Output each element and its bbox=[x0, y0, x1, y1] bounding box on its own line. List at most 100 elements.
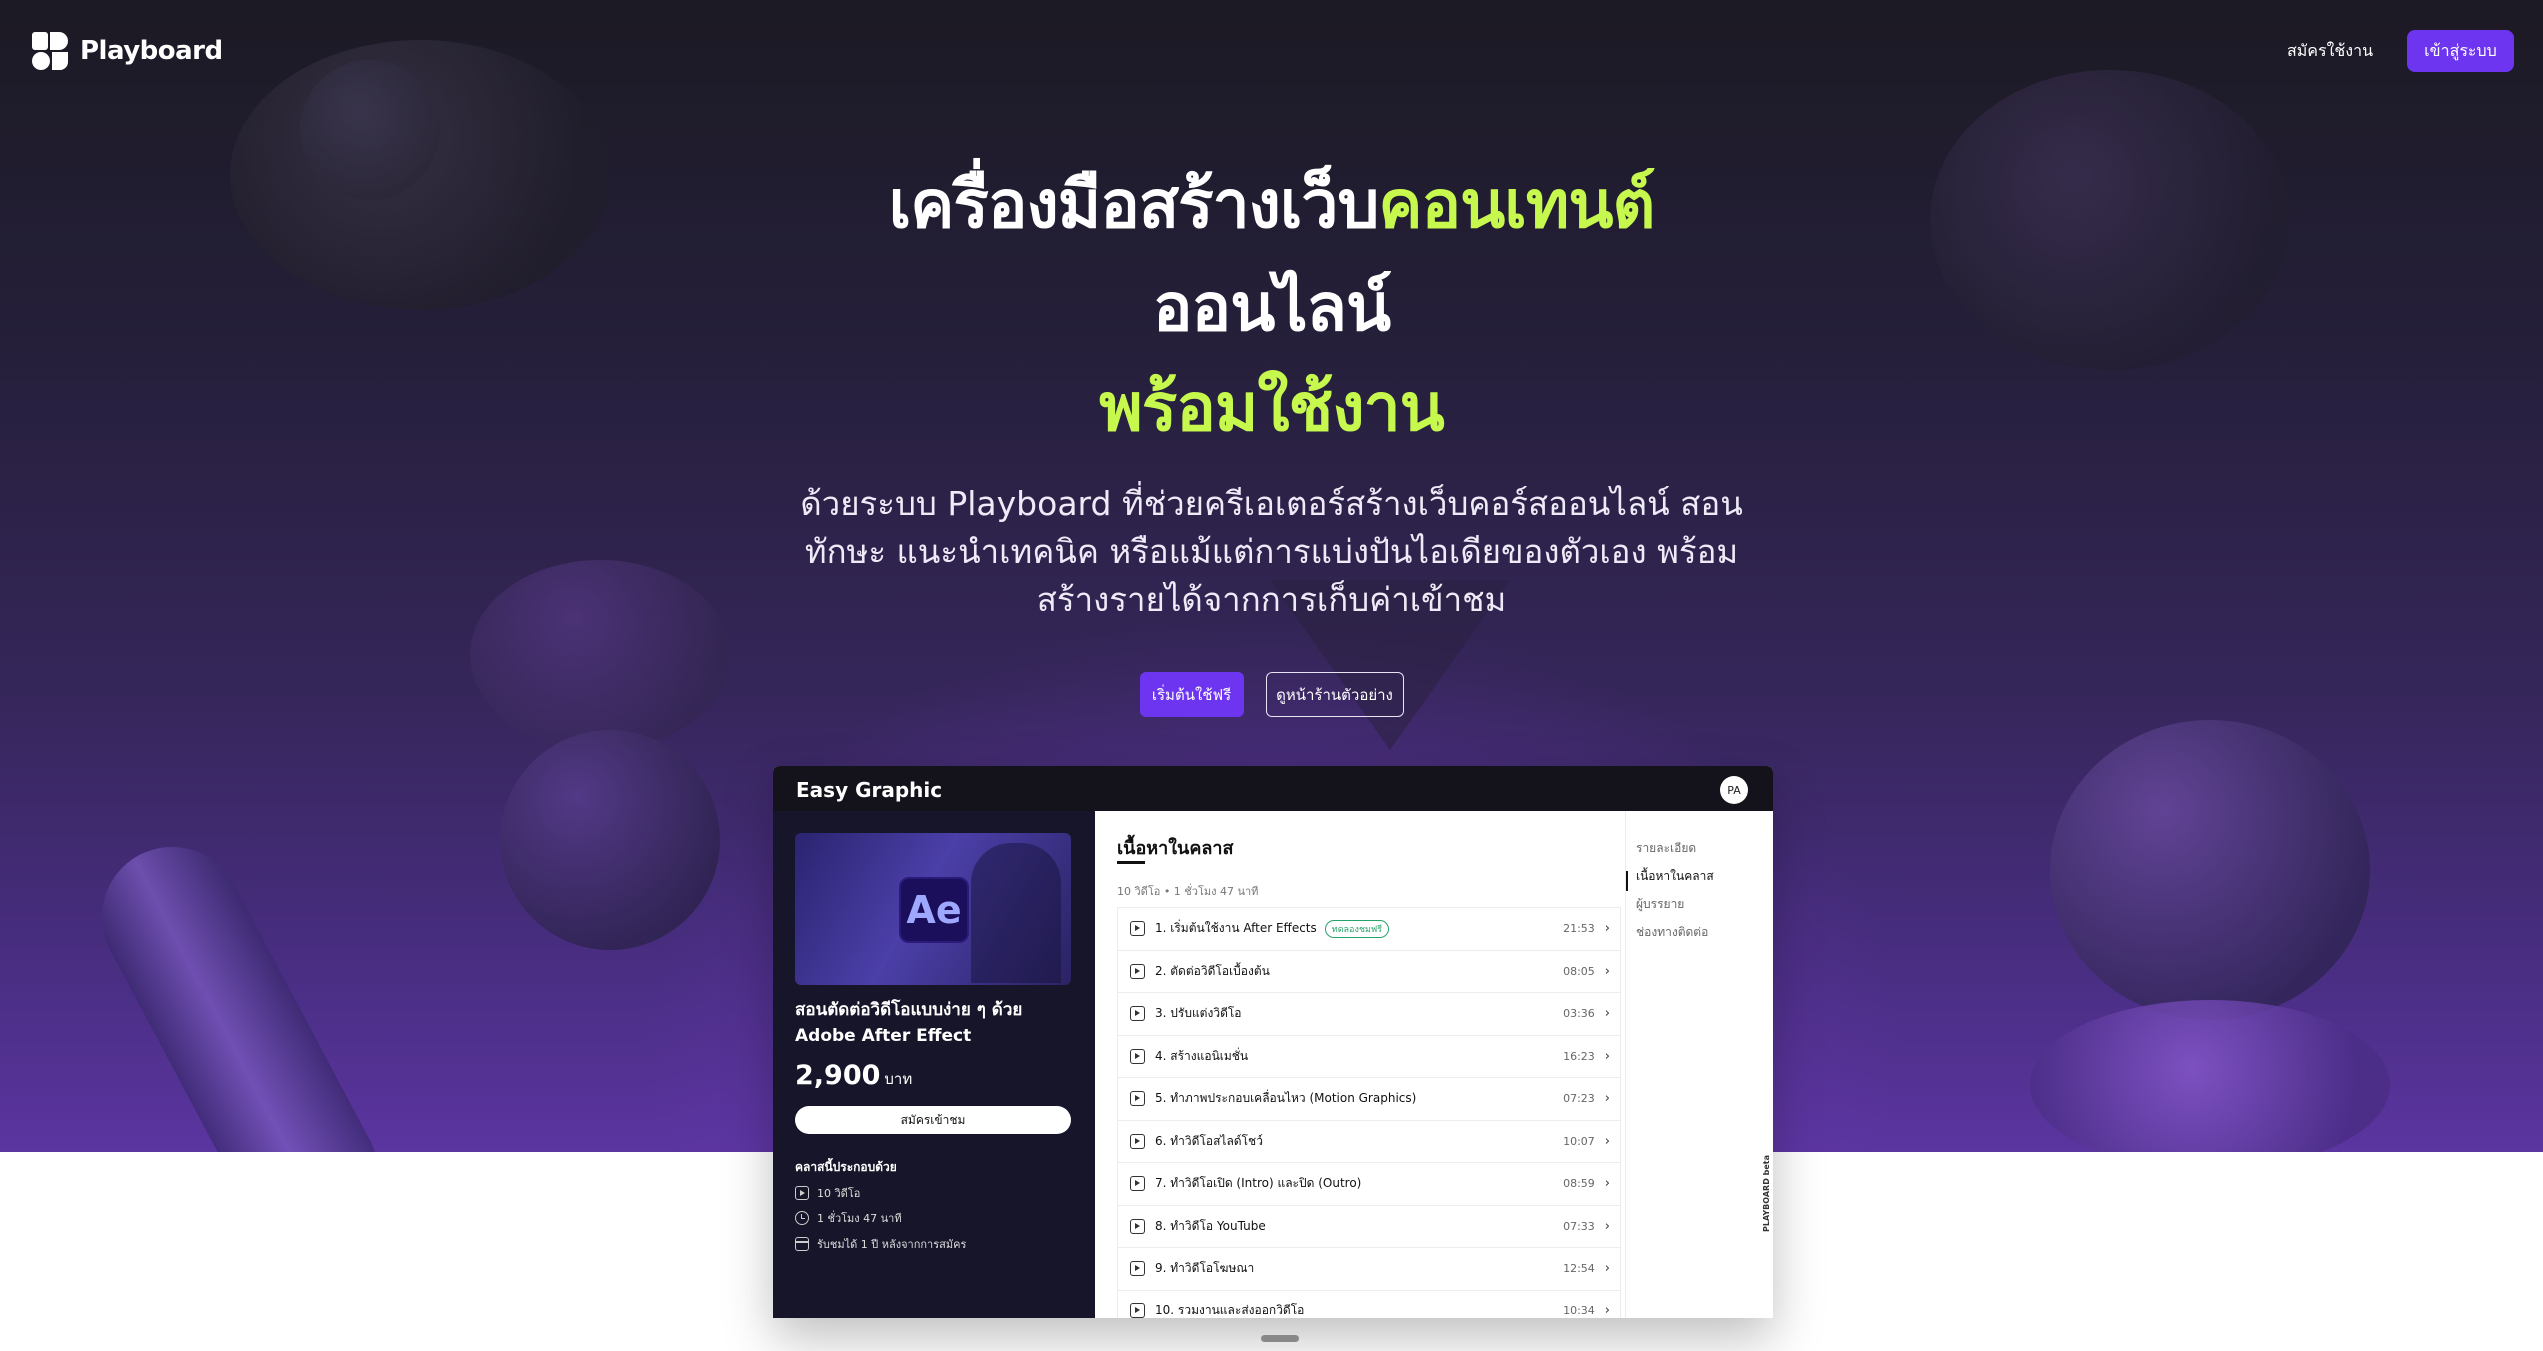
start-free-button[interactable]: เริ่มต้นใช้ฟรี bbox=[1139, 672, 1244, 717]
clock-icon bbox=[795, 1211, 809, 1225]
page-section-nav: รายละเอียด เนื้อหาในคลาส ผู้บรรยาย ช่องท… bbox=[1625, 811, 1773, 1318]
view-sample-store-button[interactable]: ดูหน้าร้านตัวอย่าง bbox=[1265, 672, 1404, 717]
lesson-row: 5. ทำภาพประกอบเคลื่อนไหว (Motion Graphic… bbox=[1117, 1077, 1621, 1120]
hero-subtitle: ด้วยระบบ Playboard ที่ช่วยครีเอเตอร์สร้า… bbox=[800, 484, 1743, 619]
store-preview: Easy Graphic PA Ae สอนตัดต่อวิดีโอแบบง่า… bbox=[773, 766, 1773, 1318]
lesson-title: 4. สร้างแอนิเมชั่น bbox=[1155, 1048, 1249, 1063]
lesson-list: 1. เริ่มต้นใช้งาน After Effects ทดลองชมฟร… bbox=[1117, 907, 1621, 1318]
course-thumbnail: Ae bbox=[795, 833, 1071, 985]
include-item: 10 วิดีโอ bbox=[795, 1184, 860, 1202]
play-icon bbox=[1130, 1303, 1145, 1318]
decor-bowl bbox=[470, 560, 730, 750]
play-icon bbox=[1130, 1006, 1145, 1022]
chevron-right-icon: › bbox=[1604, 1303, 1610, 1318]
playboard-logo-icon bbox=[32, 32, 70, 70]
lesson-row: 1. เริ่มต้นใช้งาน After Effects ทดลองชมฟร… bbox=[1117, 907, 1621, 950]
includes-title: คลาสนี้ประกอบด้วย bbox=[795, 1160, 897, 1174]
lesson-duration: 16:23 bbox=[1563, 1049, 1595, 1063]
decor-cylinder bbox=[77, 822, 403, 1152]
play-icon bbox=[1130, 1091, 1145, 1107]
lesson-duration: 21:53 bbox=[1563, 922, 1595, 936]
decor-disc bbox=[2030, 1000, 2390, 1152]
lesson-duration: 12:54 bbox=[1563, 1262, 1595, 1276]
chevron-right-icon: › bbox=[1604, 1261, 1610, 1277]
play-icon bbox=[1130, 1133, 1145, 1149]
cta-row: เริ่มต้นใช้ฟรี ดูหน้าร้านตัวอย่าง bbox=[0, 672, 2543, 717]
lesson-row: 10. รวมงานและส่งออกวิดีโอ 10:34 › bbox=[1117, 1289, 1621, 1318]
preview-header: Easy Graphic PA bbox=[773, 766, 1773, 811]
headline-accent: คอนเทนต์ bbox=[1378, 166, 1655, 243]
lesson-row: 4. สร้างแอนิเมชั่น 16:23 › bbox=[1117, 1034, 1621, 1077]
play-icon bbox=[1130, 1048, 1145, 1064]
chevron-right-icon: › bbox=[1604, 1176, 1610, 1192]
section-title: เนื้อหาในคลาส bbox=[1117, 838, 1234, 859]
enroll-button: สมัครเข้าชม bbox=[795, 1106, 1071, 1134]
lesson-duration: 03:36 bbox=[1563, 1007, 1595, 1021]
lesson-row: 6. ทำวิดีโอสไลด์โชว์ 10:07 › bbox=[1117, 1119, 1621, 1162]
lesson-title: 7. ทำวิดีโอเปิด (Intro) และปิด (Outro) bbox=[1155, 1176, 1362, 1191]
include-text: 10 วิดีโอ bbox=[817, 1187, 861, 1200]
chevron-right-icon: › bbox=[1604, 1133, 1610, 1149]
include-text: 1 ชั่วโมง 47 นาที bbox=[817, 1212, 902, 1225]
signup-link[interactable]: สมัครใช้งาน bbox=[2280, 36, 2380, 66]
include-text: รับชมได้ 1 ปี หลังจากการสมัคร bbox=[817, 1238, 967, 1251]
side-nav-active-indicator bbox=[1626, 871, 1628, 891]
lesson-duration: 10:34 bbox=[1563, 1304, 1595, 1318]
lesson-title: 3. ปรับแต่งวิดีโอ bbox=[1155, 1006, 1242, 1021]
lesson-row: 2. ตัดต่อวิดีโอเบื้องต้น 08:05 › bbox=[1117, 949, 1621, 992]
course-price: 2,900 บาท bbox=[795, 1060, 912, 1091]
lesson-row: 3. ปรับแต่งวิดีโอ 03:36 › bbox=[1117, 992, 1621, 1035]
side-brand-text: PLAYBOARD beta bbox=[1762, 1154, 1771, 1232]
include-item: รับชมได้ 1 ปี หลังจากการสมัคร bbox=[795, 1235, 966, 1253]
play-icon bbox=[1130, 1176, 1145, 1192]
course-sidebar: Ae สอนตัดต่อวิดีโอแบบง่าย ๆ ด้วย Adobe A… bbox=[773, 811, 1095, 1318]
calendar-icon bbox=[795, 1237, 809, 1251]
lesson-title: 5. ทำภาพประกอบเคลื่อนไหว (Motion Graphic… bbox=[1155, 1091, 1417, 1106]
lesson-title: 8. ทำวิดีโอ YouTube bbox=[1155, 1218, 1266, 1233]
lesson-row: 7. ทำวิดีโอเปิด (Intro) และปิด (Outro) 08… bbox=[1117, 1162, 1621, 1205]
headline-line-3: พร้อมใช้งาน bbox=[1099, 369, 1445, 446]
lesson-title: 6. ทำวิดีโอสไลด์โชว์ bbox=[1155, 1133, 1263, 1148]
section-underline bbox=[1117, 861, 1145, 864]
lesson-duration: 07:33 bbox=[1563, 1219, 1595, 1233]
preview-site-title: Easy Graphic bbox=[796, 778, 943, 802]
brand-logo[interactable]: Playboard bbox=[32, 32, 223, 70]
chevron-right-icon: › bbox=[1604, 963, 1610, 979]
logo-text: Playboard bbox=[80, 36, 223, 66]
side-nav-details: รายละเอียด bbox=[1636, 841, 1697, 855]
price-value: 2,900 bbox=[795, 1060, 881, 1091]
chevron-right-icon: › bbox=[1604, 921, 1610, 937]
decor-sphere bbox=[2050, 720, 2370, 1020]
lesson-title: 2. ตัดต่อวิดีโอเบื้องต้น bbox=[1155, 963, 1270, 978]
headline-line-1: เครื่องมือสร้างเว็บคอนเทนต์ bbox=[0, 172, 2543, 238]
headline-line-2: ออนไลน์ bbox=[1152, 269, 1391, 346]
play-icon bbox=[1130, 921, 1145, 937]
after-effects-icon: Ae bbox=[899, 877, 969, 943]
lesson-row: 9. ทำวิดีโอโฆษณา 12:54 › bbox=[1117, 1247, 1621, 1290]
chevron-right-icon: › bbox=[1604, 1091, 1610, 1107]
chevron-right-icon: › bbox=[1604, 1048, 1610, 1064]
play-icon bbox=[795, 1186, 809, 1200]
lesson-duration: 07:23 bbox=[1563, 1092, 1595, 1106]
lesson-duration: 08:59 bbox=[1563, 1177, 1595, 1191]
side-nav-content: เนื้อหาในคลาส bbox=[1636, 869, 1714, 883]
include-item: 1 ชั่วโมง 47 นาที bbox=[795, 1209, 902, 1227]
login-button[interactable]: เข้าสู่ระบบ bbox=[2407, 30, 2514, 72]
play-icon bbox=[1130, 963, 1145, 979]
chevron-right-icon: › bbox=[1604, 1006, 1610, 1022]
avatar: PA bbox=[1720, 776, 1748, 804]
decor-sphere bbox=[500, 730, 720, 950]
lesson-title: 10. รวมงานและส่งออกวิดีโอ bbox=[1155, 1303, 1305, 1318]
section-meta: 10 วิดีโอ • 1 ชั่วโมง 47 นาที bbox=[1117, 885, 1259, 898]
lesson-title: 1. เริ่มต้นใช้งาน After Effects bbox=[1155, 921, 1317, 936]
course-title: สอนตัดต่อวิดีโอแบบง่าย ๆ ด้วย Adobe Afte… bbox=[795, 1000, 1023, 1046]
scroll-indicator[interactable] bbox=[1261, 1335, 1299, 1342]
play-icon bbox=[1130, 1261, 1145, 1277]
chevron-right-icon: › bbox=[1604, 1218, 1610, 1234]
top-navbar: Playboard สมัครใช้งาน เข้าสู่ระบบ bbox=[0, 0, 2543, 104]
free-preview-badge: ทดลองชมฟรี bbox=[1324, 919, 1390, 938]
side-nav-contact: ช่องทางติดต่อ bbox=[1636, 925, 1709, 939]
lesson-duration: 10:07 bbox=[1563, 1134, 1595, 1148]
headline-white: เครื่องมือสร้างเว็บ bbox=[888, 166, 1380, 243]
lesson-duration: 08:05 bbox=[1563, 964, 1595, 978]
